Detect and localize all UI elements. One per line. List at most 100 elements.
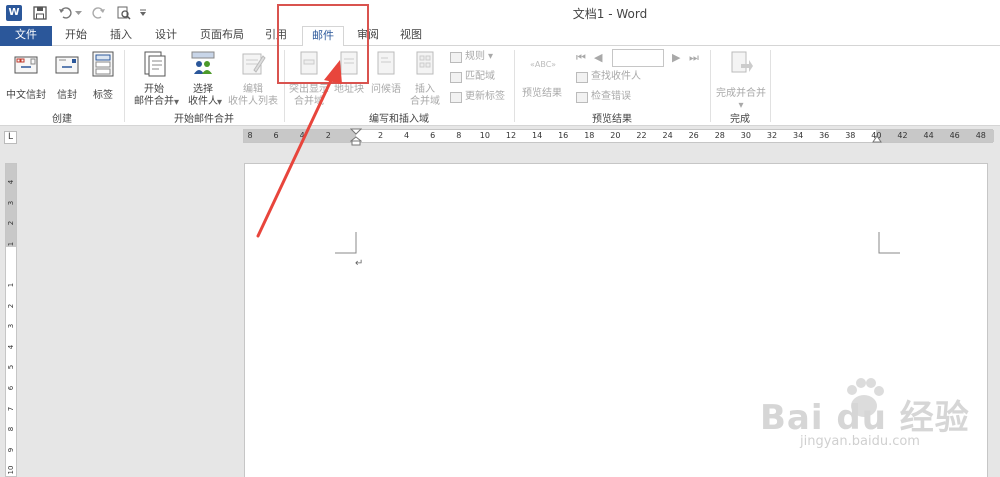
- find-recipient-icon: [576, 71, 588, 83]
- ruler-number: 4: [7, 179, 15, 185]
- ruler-number: 14: [532, 131, 543, 140]
- ruler-number: 2: [7, 220, 15, 226]
- ruler-number: 6: [7, 385, 15, 391]
- tab-stop-selector[interactable]: L: [4, 131, 17, 144]
- rules-dropdown-icon: ▾: [488, 51, 494, 62]
- ruler-number: 5: [7, 365, 15, 370]
- greeting-line-button[interactable]: 问候语: [368, 50, 404, 96]
- svg-text:«ABC»: «ABC»: [530, 60, 556, 69]
- preview-results-button[interactable]: «ABC» 预览结果: [518, 52, 566, 100]
- greeting-line-icon: [377, 51, 395, 75]
- envelope-icon: [55, 56, 79, 74]
- ruler-number: 48: [975, 131, 986, 140]
- ruler-number: 44: [923, 131, 934, 140]
- record-number-input[interactable]: [612, 49, 664, 67]
- greeting-line-label: 问候语: [371, 84, 401, 95]
- right-indent-marker-icon[interactable]: [872, 135, 882, 143]
- ruler-number: 8: [7, 426, 15, 432]
- select-recipients-dropdown-icon[interactable]: ▾: [217, 96, 222, 110]
- envelope-button[interactable]: 信封: [50, 52, 84, 102]
- rules-label: 规则: [465, 51, 485, 62]
- label-button[interactable]: 标签: [86, 50, 120, 102]
- ruler-number: 7: [7, 406, 15, 411]
- ruler-number: 9: [7, 447, 15, 453]
- ruler-number: 3: [7, 323, 15, 329]
- find-recipient-label: 查找收件人: [591, 71, 641, 82]
- insert-merge-field-line2: 合并域: [410, 96, 440, 107]
- ruler-number: 22: [636, 131, 647, 140]
- ruler-number: 16: [558, 131, 569, 140]
- ruler-number: 8: [456, 131, 462, 140]
- ruler-number: 2: [7, 303, 15, 308]
- ruler-number: 34: [793, 131, 804, 140]
- group-preview-results-label: 预览结果: [592, 114, 632, 125]
- ribbon-tab-bar: 文件 开始 插入 设计 页面布局 引用 邮件 审阅 视图: [0, 26, 1000, 47]
- ruler-number: 38: [845, 131, 856, 140]
- ruler-number: 26: [688, 131, 699, 140]
- previous-record-icon[interactable]: ◀: [594, 51, 602, 65]
- vertical-ruler[interactable]: 4 3 2 1 1 2 3 4 5 6 7 8 9 10: [5, 163, 17, 477]
- finish-and-merge-button[interactable]: 完成并合并 ▾: [712, 50, 770, 112]
- check-errors-label: 检查错误: [591, 91, 631, 102]
- start-mail-merge-button[interactable]: 开始 邮件合并: [128, 50, 180, 108]
- chinese-envelope-label: 中文信封: [6, 90, 46, 101]
- last-record-icon[interactable]: ⏭: [689, 51, 699, 65]
- match-fields-button[interactable]: 匹配域: [450, 70, 495, 84]
- annotation-arrow-icon: [256, 60, 342, 238]
- watermark-url: jingyan.baidu.com: [800, 434, 920, 449]
- tab-home[interactable]: 开始: [58, 26, 94, 46]
- chinese-envelope-button[interactable]: 中文信封: [4, 52, 48, 102]
- group-finish-label: 完成: [730, 114, 750, 125]
- tab-page-layout[interactable]: 页面布局: [194, 26, 250, 46]
- baidu-watermark: Bai du 经验 jingyan.baidu.com: [760, 370, 990, 460]
- ruler-number: 20: [610, 131, 621, 140]
- select-recipients-icon: [191, 51, 215, 74]
- ruler-number: 12: [505, 131, 517, 140]
- preview-results-icon: «ABC»: [530, 60, 556, 69]
- preview-results-label: 预览结果: [522, 88, 562, 99]
- crop-mark-top-right: [878, 232, 900, 254]
- watermark-title: Bai du 经验: [760, 398, 970, 438]
- tab-design[interactable]: 设计: [148, 26, 184, 46]
- check-errors-button[interactable]: 检查错误: [576, 90, 631, 104]
- insert-merge-field-icon: [416, 51, 434, 75]
- tab-file[interactable]: 文件: [0, 26, 52, 46]
- label-icon: [92, 51, 114, 77]
- match-fields-label: 匹配域: [465, 71, 495, 82]
- ruler-number: 10: [479, 131, 490, 140]
- ruler-number: 3: [7, 200, 15, 205]
- start-mail-merge-dropdown-icon[interactable]: ▾: [174, 96, 179, 110]
- find-recipient-button[interactable]: 查找收件人: [576, 70, 641, 84]
- ruler-number: 6: [430, 131, 436, 140]
- ruler-number: 32: [766, 131, 778, 140]
- title-bar: W 文档1 - Word: [0, 0, 1000, 26]
- select-recipients-line1: 选择: [193, 84, 213, 95]
- insert-merge-field-line1: 插入: [415, 84, 435, 95]
- rules-button[interactable]: 规则 ▾: [450, 50, 493, 64]
- ruler-number: 24: [662, 131, 673, 140]
- chinese-envelope-icon: [14, 56, 38, 74]
- tab-insert[interactable]: 插入: [103, 26, 139, 46]
- ribbon-mailings: 中文信封 信封 标签 创建 开始 邮件合并 ▾ 选择 收件人 ▾ 编辑 收件人列…: [0, 4, 1000, 126]
- envelope-label: 信封: [57, 90, 77, 101]
- group-separator: [770, 50, 771, 122]
- finish-and-merge-label: 完成并合并: [716, 88, 766, 99]
- group-create-label: 创建: [52, 114, 72, 125]
- update-labels-button[interactable]: 更新标签: [450, 90, 505, 104]
- rules-icon: [450, 51, 462, 63]
- ruler-number: 4: [404, 131, 410, 140]
- next-record-icon[interactable]: ▶: [672, 51, 680, 65]
- match-fields-icon: [450, 71, 462, 83]
- first-record-icon[interactable]: ⏮: [576, 51, 586, 65]
- check-errors-icon: [576, 91, 588, 103]
- ruler-number: 1: [7, 241, 15, 247]
- label-label: 标签: [93, 90, 113, 101]
- tab-view[interactable]: 视图: [393, 26, 429, 46]
- ruler-number: 46: [949, 131, 960, 140]
- window-title: 文档1 - Word: [572, 7, 648, 21]
- ruler-number: 2: [377, 131, 384, 140]
- ruler-number: 18: [584, 131, 595, 140]
- insert-merge-field-button[interactable]: 插入 合并域: [404, 50, 446, 108]
- ruler-number: 10: [7, 465, 15, 475]
- start-mail-merge-icon: [144, 51, 166, 77]
